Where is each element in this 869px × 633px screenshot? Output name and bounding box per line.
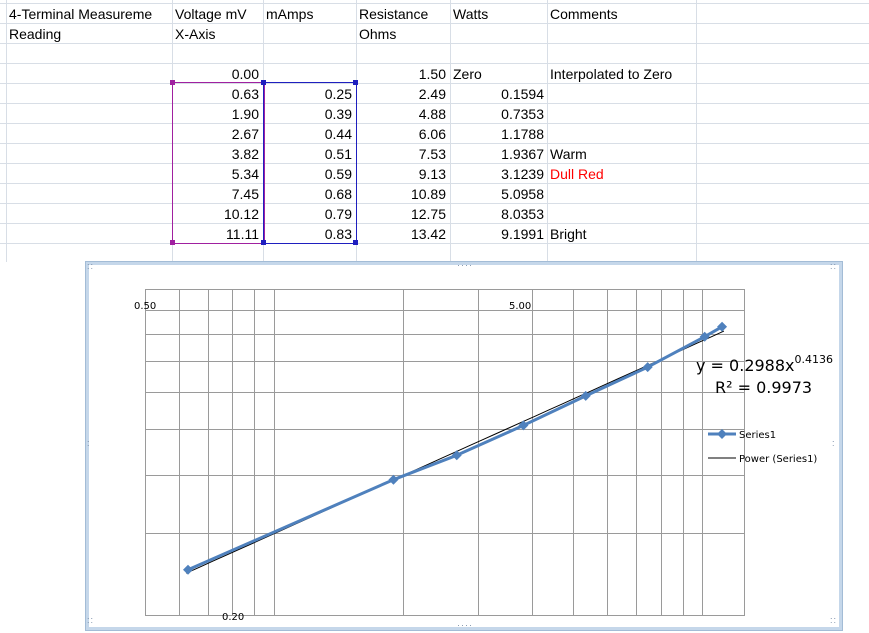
cell-resistance[interactable]: 13.42 [357, 224, 448, 244]
cell-resistance[interactable]: 4.88 [357, 104, 448, 124]
y-tick-label: 0.20 [222, 612, 244, 623]
header-mamps[interactable]: mAmps [264, 4, 356, 24]
header-row-2: Reading X-Axis Ohms [0, 24, 869, 44]
cell-voltage[interactable]: 3.82 [173, 144, 261, 164]
equation-exponent: 0.4136 [795, 353, 834, 366]
cell-comment[interactable] [548, 104, 696, 124]
cell-voltage[interactable]: 0.00 [173, 64, 261, 84]
table-row: 10.12 0.79 12.75 8.0353 [0, 204, 869, 224]
cell-watts[interactable]: 5.0958 [451, 184, 546, 204]
cell-comment[interactable] [548, 84, 696, 104]
cell-resistance[interactable]: 2.49 [357, 84, 448, 104]
cell-comment[interactable]: Bright [548, 224, 696, 244]
header-comments[interactable]: Comments [548, 4, 696, 24]
table-row: 3.82 0.51 7.53 1.9367 Warm [0, 144, 869, 164]
cell-watts[interactable]: 1.9367 [451, 144, 546, 164]
cell-resistance[interactable]: 12.75 [357, 204, 448, 224]
cell-comment[interactable] [548, 184, 696, 204]
table-row: 11.11 0.83 13.42 9.1991 Bright [0, 224, 869, 244]
cell-comment[interactable] [548, 204, 696, 224]
range-handle[interactable] [353, 80, 358, 85]
table-row: 0.00 1.50 Zero Interpolated to Zero [0, 64, 869, 84]
data-point [518, 420, 529, 431]
cell-resistance[interactable]: 9.13 [357, 164, 448, 184]
range-handle[interactable] [261, 240, 266, 245]
cell-watts[interactable]: Zero [451, 64, 546, 84]
cell-mamps[interactable]: 0.39 [264, 104, 354, 124]
trendline-equation: y = 0.2988x0.4136 [696, 353, 833, 375]
cell-watts[interactable]: 8.0353 [451, 204, 546, 224]
chart-object[interactable]: ···· ···· :: :: :: :: : : 0.50 5.00 0.20 y … [86, 261, 842, 630]
cell-mamps[interactable]: 0.83 [264, 224, 354, 244]
cell-watts[interactable]: 0.1594 [451, 84, 546, 104]
cell-mamps[interactable]: 0.59 [264, 164, 354, 184]
x-tick-label: 5.00 [509, 301, 531, 312]
cell-mamps[interactable]: 0.51 [264, 144, 354, 164]
header-voltage[interactable]: Voltage mV [173, 4, 263, 24]
data-point [183, 564, 194, 575]
header-resistance[interactable]: Resistance [357, 4, 449, 24]
data-point [451, 450, 462, 461]
cell-watts[interactable]: 1.1788 [451, 124, 546, 144]
chart-plot[interactable]: 0.50 5.00 0.20 y = 0.2988x0.4136 R² = 0.9973… [89, 265, 839, 627]
table-row: 0.63 0.25 2.49 0.1594 [0, 84, 869, 104]
cell-resistance[interactable]: 7.53 [357, 144, 448, 164]
cell-resistance[interactable]: 1.50 [357, 64, 448, 84]
cell-voltage[interactable]: 7.45 [173, 184, 261, 204]
legend-trendline-label: Power (Series1) [739, 454, 817, 465]
equation-base: y = 0.2988x [696, 356, 795, 375]
header-x-axis[interactable]: X-Axis [173, 24, 263, 44]
cell-resistance[interactable]: 10.89 [357, 184, 448, 204]
cell-comment[interactable]: Interpolated to Zero [548, 64, 696, 84]
table-row: 2.67 0.44 6.06 1.1788 [0, 124, 869, 144]
range-handle[interactable] [170, 80, 175, 85]
table-row: 5.34 0.59 9.13 3.1239 Dull Red [0, 164, 869, 184]
cell-watts[interactable]: 9.1991 [451, 224, 546, 244]
range-handle[interactable] [170, 240, 175, 245]
plot-area [145, 289, 745, 616]
cell-comment[interactable]: Warm [548, 144, 696, 164]
cell-mamps[interactable]: 0.79 [264, 204, 354, 224]
header-reading-2[interactable]: Reading [7, 24, 172, 44]
cell-voltage[interactable]: 1.90 [173, 104, 261, 124]
cell-comment[interactable] [548, 124, 696, 144]
cell-mamps[interactable]: 0.44 [264, 124, 354, 144]
cell-mamps[interactable] [264, 64, 354, 84]
cell-resistance[interactable]: 6.06 [357, 124, 448, 144]
header-row-1: 4-Terminal Measureme Voltage mV mAmps Re… [0, 4, 869, 24]
header-watts[interactable]: Watts [451, 4, 547, 24]
x-tick-label: 0.50 [134, 301, 156, 312]
table-row: 7.45 0.68 10.89 5.0958 [0, 184, 869, 204]
cell-voltage[interactable]: 2.67 [173, 124, 261, 144]
cell-voltage[interactable]: 5.34 [173, 164, 261, 184]
cell-mamps[interactable]: 0.68 [264, 184, 354, 204]
cell-watts[interactable]: 3.1239 [451, 164, 546, 184]
range-handle[interactable] [261, 80, 266, 85]
table-row: 1.90 0.39 4.88 0.7353 [0, 104, 869, 124]
header-ohms[interactable]: Ohms [357, 24, 449, 44]
range-handle[interactable] [353, 240, 358, 245]
cell-mamps[interactable]: 0.25 [264, 84, 354, 104]
legend-series1-marker [717, 429, 727, 439]
cell-voltage[interactable]: 11.11 [173, 224, 261, 244]
header-reading[interactable]: 4-Terminal Measureme [7, 4, 172, 24]
r-squared-label: R² = 0.9973 [715, 378, 812, 397]
legend-series1-label: Series1 [739, 430, 776, 441]
cell-voltage[interactable]: 10.12 [173, 204, 261, 224]
cell-watts[interactable]: 0.7353 [451, 104, 546, 124]
cell-comment[interactable]: Dull Red [548, 164, 696, 184]
cell-voltage[interactable]: 0.63 [173, 84, 261, 104]
data-point [388, 474, 399, 485]
